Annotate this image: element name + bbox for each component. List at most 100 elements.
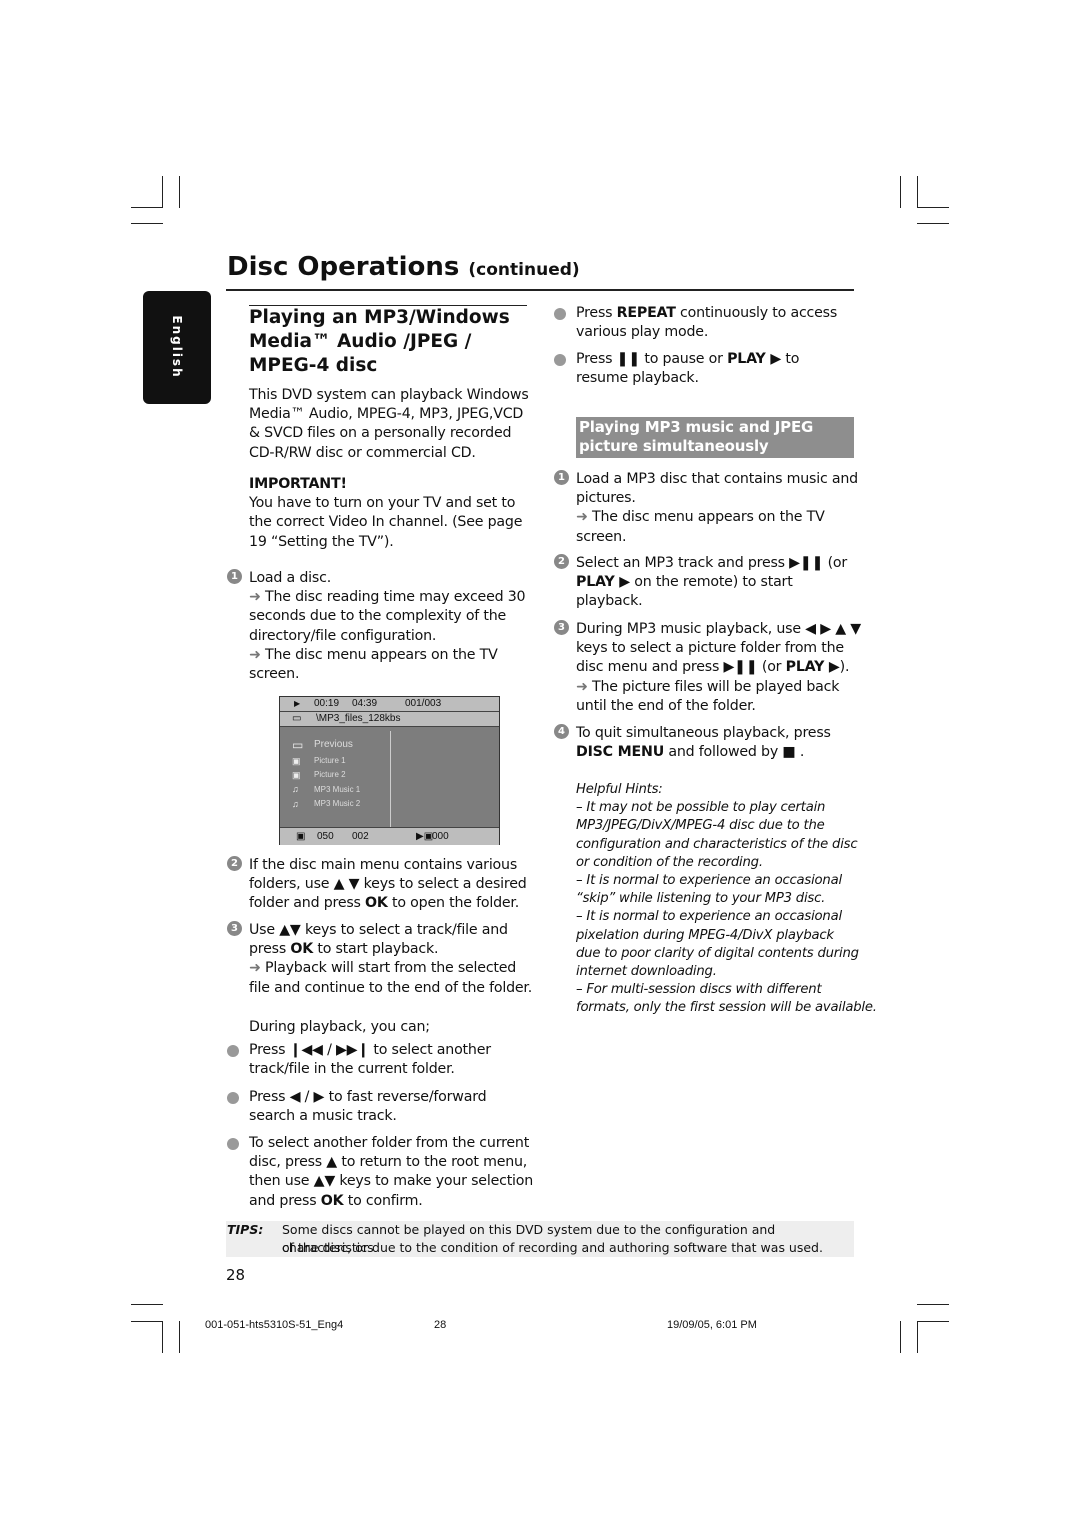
crop-mark (917, 223, 949, 224)
subsection-title: Playing MP3 music and JPEG picture simult… (579, 418, 813, 456)
text-segment: until the end of the folder. (576, 697, 756, 714)
text-line: During playback, you can; (249, 1018, 430, 1037)
bullet-item: Press ❙◀◀ / ▶▶❙ to select another track/f… (249, 1041, 491, 1079)
picture-icon: ▣ (296, 831, 306, 842)
pane-divider (390, 731, 391, 827)
language-label: English (170, 315, 184, 379)
text-segment: picture simultaneously (579, 437, 769, 456)
text-segment: The disc reading time may exceed 30 (265, 589, 526, 606)
crop-mark (131, 1321, 163, 1322)
step-2: If the disc main menu contains various fo… (249, 856, 527, 914)
bullet-icon (227, 1092, 239, 1104)
tips-box: TIPS: Some discs cannot be played on thi… (226, 1221, 854, 1257)
text-segment: disc menu and press (576, 659, 724, 676)
text-line: directory/file configuration. (249, 627, 525, 646)
text-segment: configuration and characteristics of the… (576, 836, 858, 852)
footer-page: 28 (434, 1319, 447, 1331)
crop-mark (900, 1321, 901, 1353)
text-segment: ). (839, 659, 850, 676)
step-number-icon: 3 (227, 921, 242, 936)
text-segment: and followed by ■ . (664, 744, 805, 761)
text-segment: PLAY ▶ (785, 659, 840, 676)
tips-label: TIPS: (227, 1222, 264, 1237)
text-line: internet downloading. (576, 963, 877, 981)
text-line: CD-R/RW disc or commercial CD. (249, 444, 529, 463)
track-count: 001/003 (405, 698, 442, 709)
text-line: Media™ Audio, MPEG-4, MP3, JPEG,VCD (249, 405, 529, 424)
menu-item[interactable]: MP3 Music 1 (314, 785, 360, 794)
total-time: 04:39 (352, 698, 378, 709)
play-icon: ▶ (294, 699, 301, 708)
text-line: If the disc main menu contains various (249, 856, 527, 875)
title-text: Disc Operations (227, 252, 460, 282)
step-4: To quit simultaneous playback, press DISC… (576, 724, 831, 762)
menu-item[interactable]: Picture 1 (314, 756, 346, 765)
text-line: Helpful Hints: (576, 781, 877, 799)
step-1: Load a disc. ➜ The disc reading time may … (249, 569, 526, 684)
text-line: – For multi-session discs with different (576, 981, 877, 999)
text-line: file and continue to the end of the fold… (249, 979, 532, 998)
step-3: Use ▲▼ keys to select a track/file and pr… (249, 921, 532, 998)
text-line: Press REPEAT continuously to access (576, 304, 837, 323)
text-line: ➜ The picture files will be played back (576, 678, 861, 697)
manual-page: Disc Operations (continued) English Play… (0, 0, 1080, 1528)
page-number: 28 (226, 1266, 246, 1284)
text-segment: ▶❚❚ (789, 555, 824, 571)
page-title: Disc Operations (continued) (227, 252, 580, 282)
step-number-icon: 4 (554, 724, 569, 739)
picture-icon: ▣ (292, 770, 301, 780)
text-line: Use ▲▼ keys to select a track/file and (249, 921, 532, 940)
crop-mark (917, 1304, 949, 1305)
step-2: Select an MP3 track and press ▶❚❚ (or PLA… (576, 554, 847, 612)
text-line: ➜ The disc menu appears on the TV (249, 646, 525, 665)
text-segment: The disc menu appears on the TV (592, 509, 825, 526)
picture-icon: ▣ (292, 756, 301, 766)
text-segment: DISC MENU (576, 744, 665, 761)
text-segment: Playback will start from the selected (265, 960, 517, 977)
text-segment: playback. (576, 593, 643, 610)
bullet-icon (227, 1138, 239, 1150)
text-segment: screen. (576, 528, 627, 545)
arrow-icon: ➜ (576, 678, 592, 695)
text-segment: Press ◀ / ▶ to fast reverse/forward (249, 1089, 487, 1105)
text-line: ➜ Playback will start from the selected (249, 959, 532, 978)
section-heading: Playing an MP3/Windows Media™ Audio /JPE… (249, 306, 510, 378)
text-line: This DVD system can playback Windows (249, 386, 529, 405)
text-line: and press OK to confirm. (249, 1192, 533, 1211)
text-segment: seconds due to the complexity of the (249, 608, 507, 625)
text-line: or condition of the recording. (576, 854, 877, 872)
intro-paragraph: This DVD system can playback Windows Medi… (249, 386, 529, 463)
menu-item[interactable]: Previous (314, 739, 353, 750)
music-count: 002 (352, 831, 369, 842)
menu-item[interactable]: MP3 Music 2 (314, 799, 360, 808)
text-segment: 19 “Setting the TV”). (249, 533, 394, 550)
text-line: seconds due to the complexity of the (249, 607, 525, 626)
text-line: disc, press ▲ to return to the root menu… (249, 1153, 533, 1172)
text-segment: This DVD system can playback Windows (249, 387, 529, 403)
text-line: Select an MP3 track and press ▶❚❚ (or (576, 554, 847, 573)
text-line: MP3/JPEG/DivX/MPEG-4 disc due to the (576, 817, 877, 835)
text-segment: MP3/JPEG/DivX/MPEG-4 disc due to the (576, 818, 825, 834)
text-segment: Media™ Audio, MPEG-4, MP3, JPEG,VCD (249, 406, 524, 423)
menu-item[interactable]: Picture 2 (314, 770, 346, 779)
text-line: press OK to start playback. (249, 940, 532, 959)
text-segment: disc, press ▲ to return to the root menu… (249, 1154, 528, 1171)
text-line: – It is normal to experience an occasion… (576, 908, 877, 926)
text-segment: to (781, 351, 800, 367)
text-segment: Press (576, 305, 617, 321)
text-segment: – It is normal to experience an occasion… (576, 873, 842, 889)
text-segment: – It is normal to experience an occasion… (576, 909, 842, 925)
text-segment: If the disc main menu contains various (249, 857, 518, 873)
path-bar: ▭ \MP3_files_128kbs (280, 712, 499, 727)
text-segment: OK (320, 1192, 344, 1209)
text-line: pictures. (576, 489, 858, 508)
text-line: Load a disc. (249, 569, 525, 588)
text-line: Playing MP3 music and JPEG (579, 418, 813, 437)
text-segment: REPEAT (616, 305, 676, 321)
disc-menu-screenshot: ▶ 00:19 04:39 001/003 ▭ \MP3_files_128kb… (279, 696, 500, 845)
text-segment: directory/file configuration. (249, 627, 437, 644)
text-line: & SVCD files on a personally recorded (249, 424, 529, 443)
text-line: track/file in the current folder. (249, 1060, 491, 1079)
text-segment: due to poor clarity of digital contents … (576, 945, 859, 961)
crop-mark (900, 176, 901, 208)
